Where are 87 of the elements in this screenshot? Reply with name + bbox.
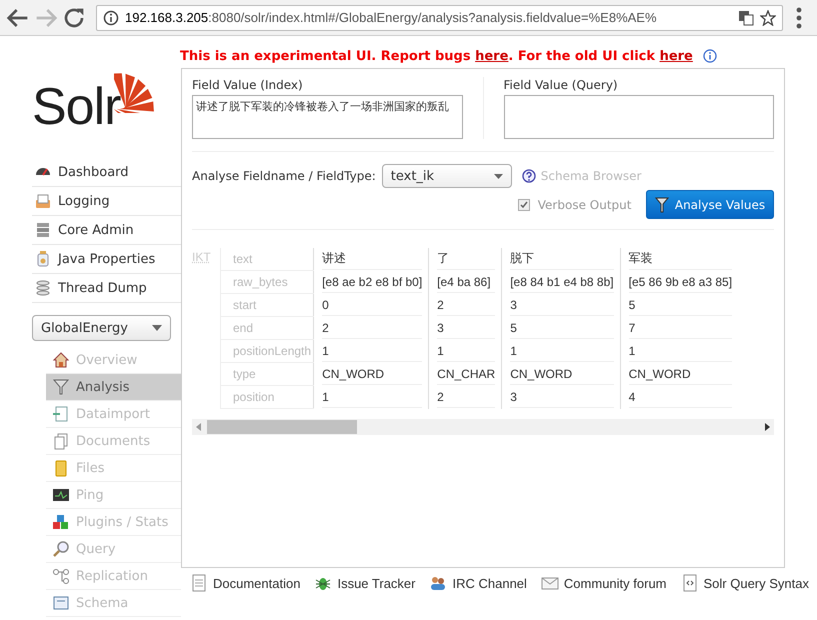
attribute-name: position	[233, 390, 274, 404]
footer-link[interactable]: Issue Tracker	[337, 576, 416, 590]
token-cell: 1	[628, 340, 732, 362]
query-value-field[interactable]	[504, 95, 774, 139]
scroll-right-icon[interactable]	[765, 423, 770, 431]
core-selector[interactable]: GlobalEnergy	[32, 315, 171, 341]
nav-item[interactable]: Logging	[32, 187, 181, 216]
attribute-name: start	[233, 298, 256, 312]
token-cell: 2	[437, 386, 496, 408]
attribute-name: positionLength	[233, 344, 312, 358]
schema-icon	[52, 594, 70, 612]
footer-link[interactable]: Solr Query Syntax	[704, 576, 809, 590]
house-icon	[52, 351, 70, 369]
token-cell: 讲述	[322, 248, 422, 270]
magnifier-icon	[52, 540, 70, 558]
address-bar[interactable]: 192.168.3.205:8080/solr/index.html#/GlobalEnergy/analysis?analysis.fieldvalue=%E8%AE%	[96, 4, 783, 30]
verbose-checkbox[interactable]	[518, 198, 530, 210]
token-cell: 1	[510, 340, 614, 362]
token-cell: CN_WORD	[510, 363, 614, 385]
monitor-icon	[52, 486, 70, 504]
reload-icon[interactable]	[62, 6, 86, 30]
token-cell: [e5 86 9b e8 a3 85]	[628, 271, 732, 293]
token-cell: [e8 84 b1 e4 b8 8b]	[510, 271, 614, 293]
here-link[interactable]: here	[660, 48, 693, 64]
token-cell: [e8 ae b2 e8 bf b0]	[322, 271, 422, 293]
info-icon[interactable]	[103, 10, 119, 26]
help-icon[interactable]	[522, 169, 536, 183]
footer-link[interactable]: Community forum	[564, 576, 666, 590]
attribute-name: text	[233, 252, 252, 266]
token-cell: 1	[322, 340, 422, 362]
token-cell: [e4 ba 86]	[437, 271, 496, 293]
token-cell: 2	[322, 317, 422, 339]
logo-text: Solr	[32, 77, 120, 137]
token-cell: 7	[628, 317, 732, 339]
nav-item[interactable]: Dashboard	[32, 158, 181, 187]
token-cell: 5	[628, 294, 732, 316]
attribute-name: end	[233, 321, 254, 335]
analyse-values-button[interactable]: Analyse Values	[646, 190, 774, 219]
nav-item[interactable]: Core Admin	[32, 216, 181, 245]
token-cell: 脱下	[510, 248, 614, 270]
fieldtype-dropdown[interactable]: text_ik	[382, 164, 512, 188]
token-cell: CN_WORD	[322, 363, 422, 385]
verbose-label: Verbose Output	[538, 198, 632, 212]
star-icon[interactable]	[760, 10, 776, 26]
token-cell: 3	[437, 317, 496, 339]
document-import-icon	[52, 405, 70, 423]
code-file-icon	[680, 574, 698, 592]
info-icon[interactable]	[702, 49, 717, 63]
token-cell: 5	[510, 317, 614, 339]
nav-item[interactable]: Java Properties	[32, 245, 181, 274]
footer-link[interactable]: IRC Channel	[452, 576, 527, 590]
token-cell: 4	[628, 386, 732, 408]
field-label: Field Value (Index)	[192, 77, 304, 93]
stack-icon	[34, 279, 52, 297]
banner-text: . For the old UI click	[508, 48, 656, 64]
nav-item[interactable]: Thread Dump	[32, 274, 181, 303]
people-icon	[429, 574, 448, 592]
inbox-icon	[34, 192, 52, 210]
fieldtype-label: Analyse Fieldname / FieldType:	[192, 168, 376, 184]
banner-text: This is an experimental UI. Report bugs	[180, 48, 472, 64]
index-value-field[interactable]: 讲述了脱下军装的冷锋被卷入了一场非洲国家的叛乱	[192, 95, 462, 139]
horizontal-scrollbar[interactable]	[192, 419, 774, 435]
token-cell: 军装	[628, 248, 732, 270]
token-cell: 3	[510, 294, 614, 316]
funnel-icon	[52, 378, 70, 396]
token-cell: 1	[322, 386, 422, 408]
here-link[interactable]: here	[475, 48, 508, 64]
blocks-icon	[52, 513, 70, 531]
server-icon	[34, 221, 52, 239]
token-cell: 3	[510, 386, 614, 408]
token-cell: CN_WORD	[628, 363, 732, 385]
caret-icon	[494, 174, 503, 178]
token-cell: 了	[437, 248, 496, 270]
token-cell: 2	[437, 294, 496, 316]
core-nav-item[interactable]: Analysis	[46, 374, 181, 401]
funnel-icon	[654, 196, 669, 212]
documents-icon	[52, 432, 70, 450]
field-label: Field Value (Query)	[504, 77, 619, 93]
token-cell: 1	[437, 340, 496, 362]
attribute-name: type	[233, 367, 256, 381]
token-cell: CN_CHAR	[437, 363, 496, 385]
token-cell: 0	[322, 294, 422, 316]
attribute-name: raw_bytes	[233, 275, 288, 289]
caret-icon	[152, 325, 162, 331]
footer-link[interactable]: Documentation	[213, 576, 300, 590]
document-icon	[190, 574, 208, 592]
nodes-icon	[52, 567, 70, 585]
